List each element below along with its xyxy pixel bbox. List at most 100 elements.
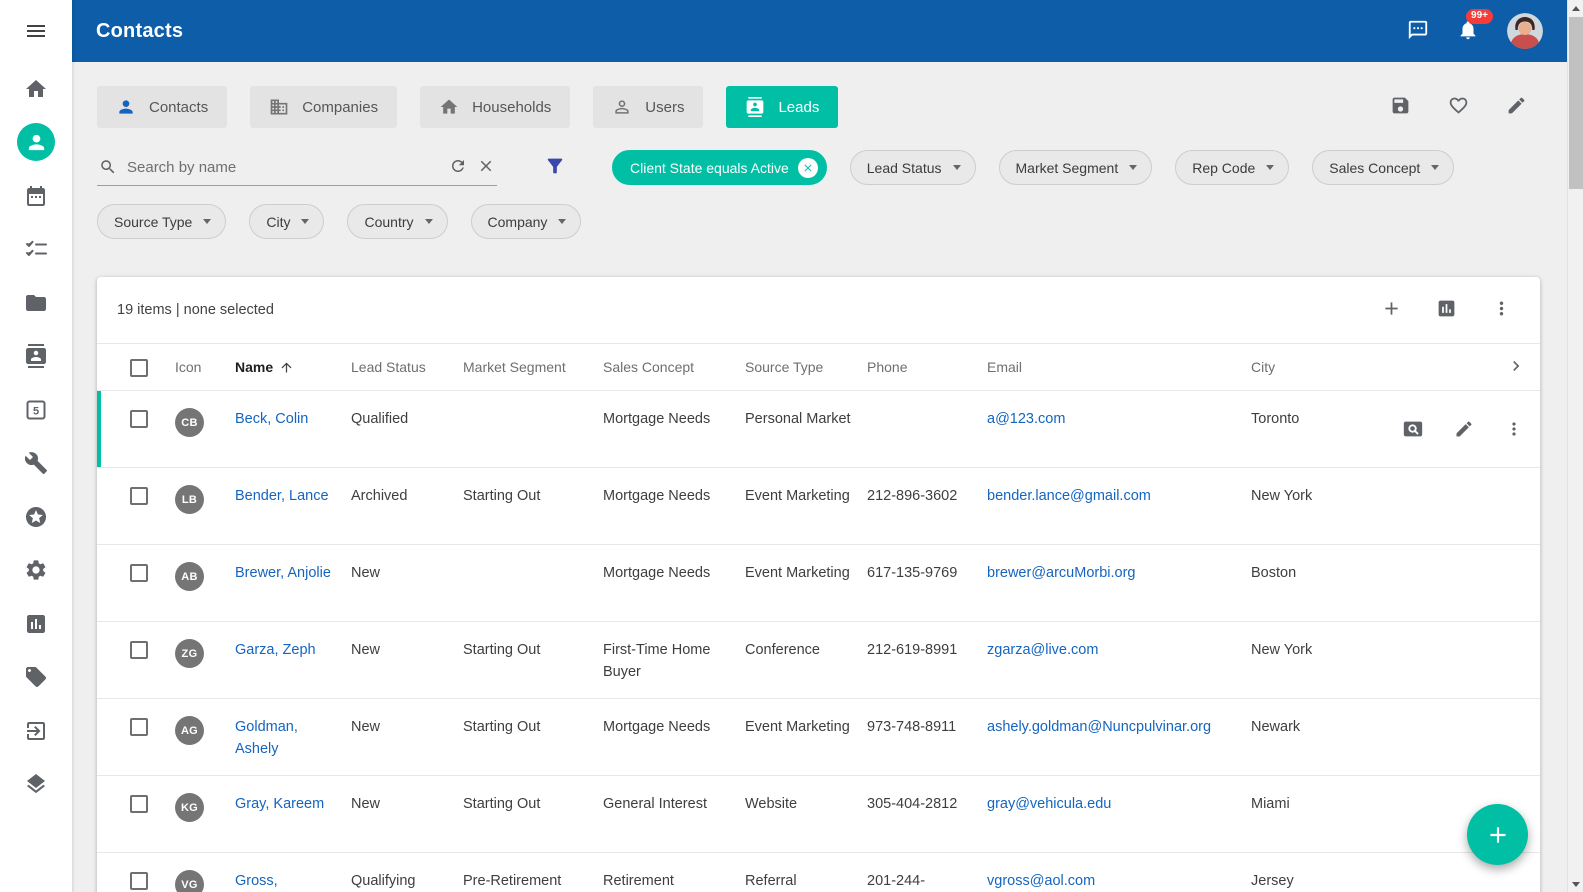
sidebar-item-tasks[interactable] xyxy=(0,223,72,277)
filter-chip-sales-concept[interactable]: Sales Concept xyxy=(1312,150,1454,185)
filter-chip-company[interactable]: Company xyxy=(471,204,582,239)
sidebar-item-reports[interactable] xyxy=(0,597,72,651)
tab-leads[interactable]: Leads xyxy=(726,86,838,128)
sidebar-item-tools[interactable] xyxy=(0,437,72,491)
table-row[interactable]: VGGross,QualifyingPre-RetirementRetireme… xyxy=(97,853,1540,892)
sales-concept-cell: General Interest xyxy=(595,793,737,815)
email-link[interactable]: vgross@aol.com xyxy=(987,873,1095,889)
sidebar-item-layers[interactable] xyxy=(0,758,72,812)
email-link[interactable]: ashely.goldman@Nuncpulvinar.org xyxy=(987,719,1211,735)
email-link[interactable]: gray@vehicula.edu xyxy=(987,796,1111,812)
notifications-button[interactable]: 99+ xyxy=(1457,19,1479,44)
row-preview-button[interactable] xyxy=(1402,418,1424,443)
sidebar-item-tags[interactable] xyxy=(0,651,72,705)
chevron-right-icon xyxy=(1506,356,1526,376)
column-header-name[interactable]: Name xyxy=(227,359,343,375)
search-box xyxy=(97,149,497,186)
column-header-market-segment[interactable]: Market Segment xyxy=(455,359,595,375)
email-link[interactable]: bender.lance@gmail.com xyxy=(987,488,1151,504)
favorite-button[interactable] xyxy=(1448,95,1469,119)
clear-search-button[interactable] xyxy=(477,157,495,178)
email-link[interactable]: brewer@arcuMorbi.org xyxy=(987,565,1136,581)
sales-concept-cell: First-Time Home Buyer xyxy=(595,639,737,683)
row-menu-button[interactable] xyxy=(1504,419,1524,442)
contact-name-link[interactable]: Gray, Kareem xyxy=(235,796,324,812)
select-all-checkbox[interactable] xyxy=(130,359,148,377)
save-button[interactable] xyxy=(1390,95,1411,119)
sidebar-item-exit[interactable] xyxy=(0,704,72,758)
table-row[interactable]: ABBrewer, AnjolieNewMortgage NeedsEvent … xyxy=(97,545,1540,622)
contact-name-link[interactable]: Bender, Lance xyxy=(235,488,329,504)
column-header-phone[interactable]: Phone xyxy=(859,359,979,375)
column-header-city[interactable]: City xyxy=(1243,359,1371,375)
email-link[interactable]: a@123.com xyxy=(987,411,1065,427)
tab-label: Companies xyxy=(302,99,378,116)
checklist-icon xyxy=(24,237,48,261)
filter-chip-market-segment[interactable]: Market Segment xyxy=(999,150,1153,185)
user-avatar[interactable] xyxy=(1507,13,1543,49)
filter-chip-source-type[interactable]: Source Type xyxy=(97,204,226,239)
column-header-source-type[interactable]: Source Type xyxy=(737,359,859,375)
scrollbar[interactable] xyxy=(1567,0,1583,892)
row-checkbox[interactable] xyxy=(130,410,148,428)
preview-icon xyxy=(1402,418,1424,440)
table-row[interactable]: ZGGarza, ZephNewStarting OutFirst-Time H… xyxy=(97,622,1540,699)
sidebar-item-home[interactable] xyxy=(0,62,72,116)
filter-button[interactable] xyxy=(544,155,566,180)
filter-chip-client-state-active[interactable]: Client State equals Active xyxy=(612,150,827,185)
tab-companies[interactable]: Companies xyxy=(250,86,397,128)
contact-name-link[interactable]: Beck, Colin xyxy=(235,411,308,427)
search-input[interactable] xyxy=(127,159,439,176)
contact-name-link[interactable]: Brewer, Anjolie xyxy=(235,565,331,581)
table-row[interactable]: CBBeck, ColinQualifiedMortgage NeedsPers… xyxy=(97,391,1540,468)
refresh-button[interactable] xyxy=(449,157,467,178)
table-row[interactable]: KGGray, KareemNewStarting OutGeneral Int… xyxy=(97,776,1540,853)
filter-chip-rep-code[interactable]: Rep Code xyxy=(1175,150,1289,185)
column-header-email[interactable]: Email xyxy=(979,359,1243,375)
add-contact-fab[interactable] xyxy=(1467,804,1528,865)
sidebar-item-favorites[interactable] xyxy=(0,490,72,544)
contact-name-link[interactable]: Goldman, Ashely xyxy=(235,719,298,757)
sidebar-item-documents[interactable] xyxy=(0,276,72,330)
city-cell: Miami xyxy=(1243,793,1371,815)
sidebar-item-calendar[interactable] xyxy=(0,169,72,223)
row-checkbox[interactable] xyxy=(130,487,148,505)
sidebar-item-number-5[interactable]: 5 xyxy=(0,383,72,437)
email-link[interactable]: zgarza@live.com xyxy=(987,642,1098,658)
filter-chip-lead-status[interactable]: Lead Status xyxy=(850,150,976,185)
column-header-sales-concept[interactable]: Sales Concept xyxy=(595,359,737,375)
row-checkbox[interactable] xyxy=(130,641,148,659)
table-row[interactable]: LBBender, LanceArchivedStarting OutMortg… xyxy=(97,468,1540,545)
column-header-lead-status[interactable]: Lead Status xyxy=(343,359,455,375)
tab-users[interactable]: Users xyxy=(593,86,703,128)
row-checkbox[interactable] xyxy=(130,718,148,736)
row-checkbox[interactable] xyxy=(130,795,148,813)
chat-button[interactable] xyxy=(1407,19,1429,44)
scrollbar-thumb[interactable] xyxy=(1569,17,1583,189)
scroll-down-arrow-icon[interactable] xyxy=(1568,876,1583,892)
notification-badge: 99+ xyxy=(1466,9,1493,24)
contact-name-link[interactable]: Gross, xyxy=(235,873,278,889)
table-row[interactable]: AGGoldman, AshelyNewStarting OutMortgage… xyxy=(97,699,1540,776)
menu-button[interactable] xyxy=(1491,298,1512,322)
filter-chip-country[interactable]: Country xyxy=(347,204,447,239)
chevron-down-icon xyxy=(203,219,211,224)
contact-name-link[interactable]: Garza, Zeph xyxy=(235,642,316,658)
sidebar-item-contact-card[interactable] xyxy=(0,330,72,384)
row-checkbox[interactable] xyxy=(130,564,148,582)
add-button[interactable] xyxy=(1381,298,1402,322)
edit-button[interactable] xyxy=(1506,95,1527,119)
chart-view-button[interactable] xyxy=(1436,298,1457,322)
sidebar-item-menu[interactable] xyxy=(0,0,72,62)
more-columns-button[interactable] xyxy=(1506,356,1526,379)
scroll-up-arrow-icon[interactable] xyxy=(1568,0,1583,16)
remove-filter-button[interactable] xyxy=(798,158,818,178)
row-edit-button[interactable] xyxy=(1454,419,1474,442)
row-checkbox[interactable] xyxy=(130,872,148,890)
column-header-icon[interactable]: Icon xyxy=(167,359,227,375)
tab-contacts[interactable]: Contacts xyxy=(97,86,227,128)
sidebar-item-settings[interactable] xyxy=(0,544,72,598)
filter-chip-city[interactable]: City xyxy=(249,204,324,239)
sidebar-item-contacts[interactable] xyxy=(0,116,72,170)
tab-households[interactable]: Households xyxy=(420,86,570,128)
